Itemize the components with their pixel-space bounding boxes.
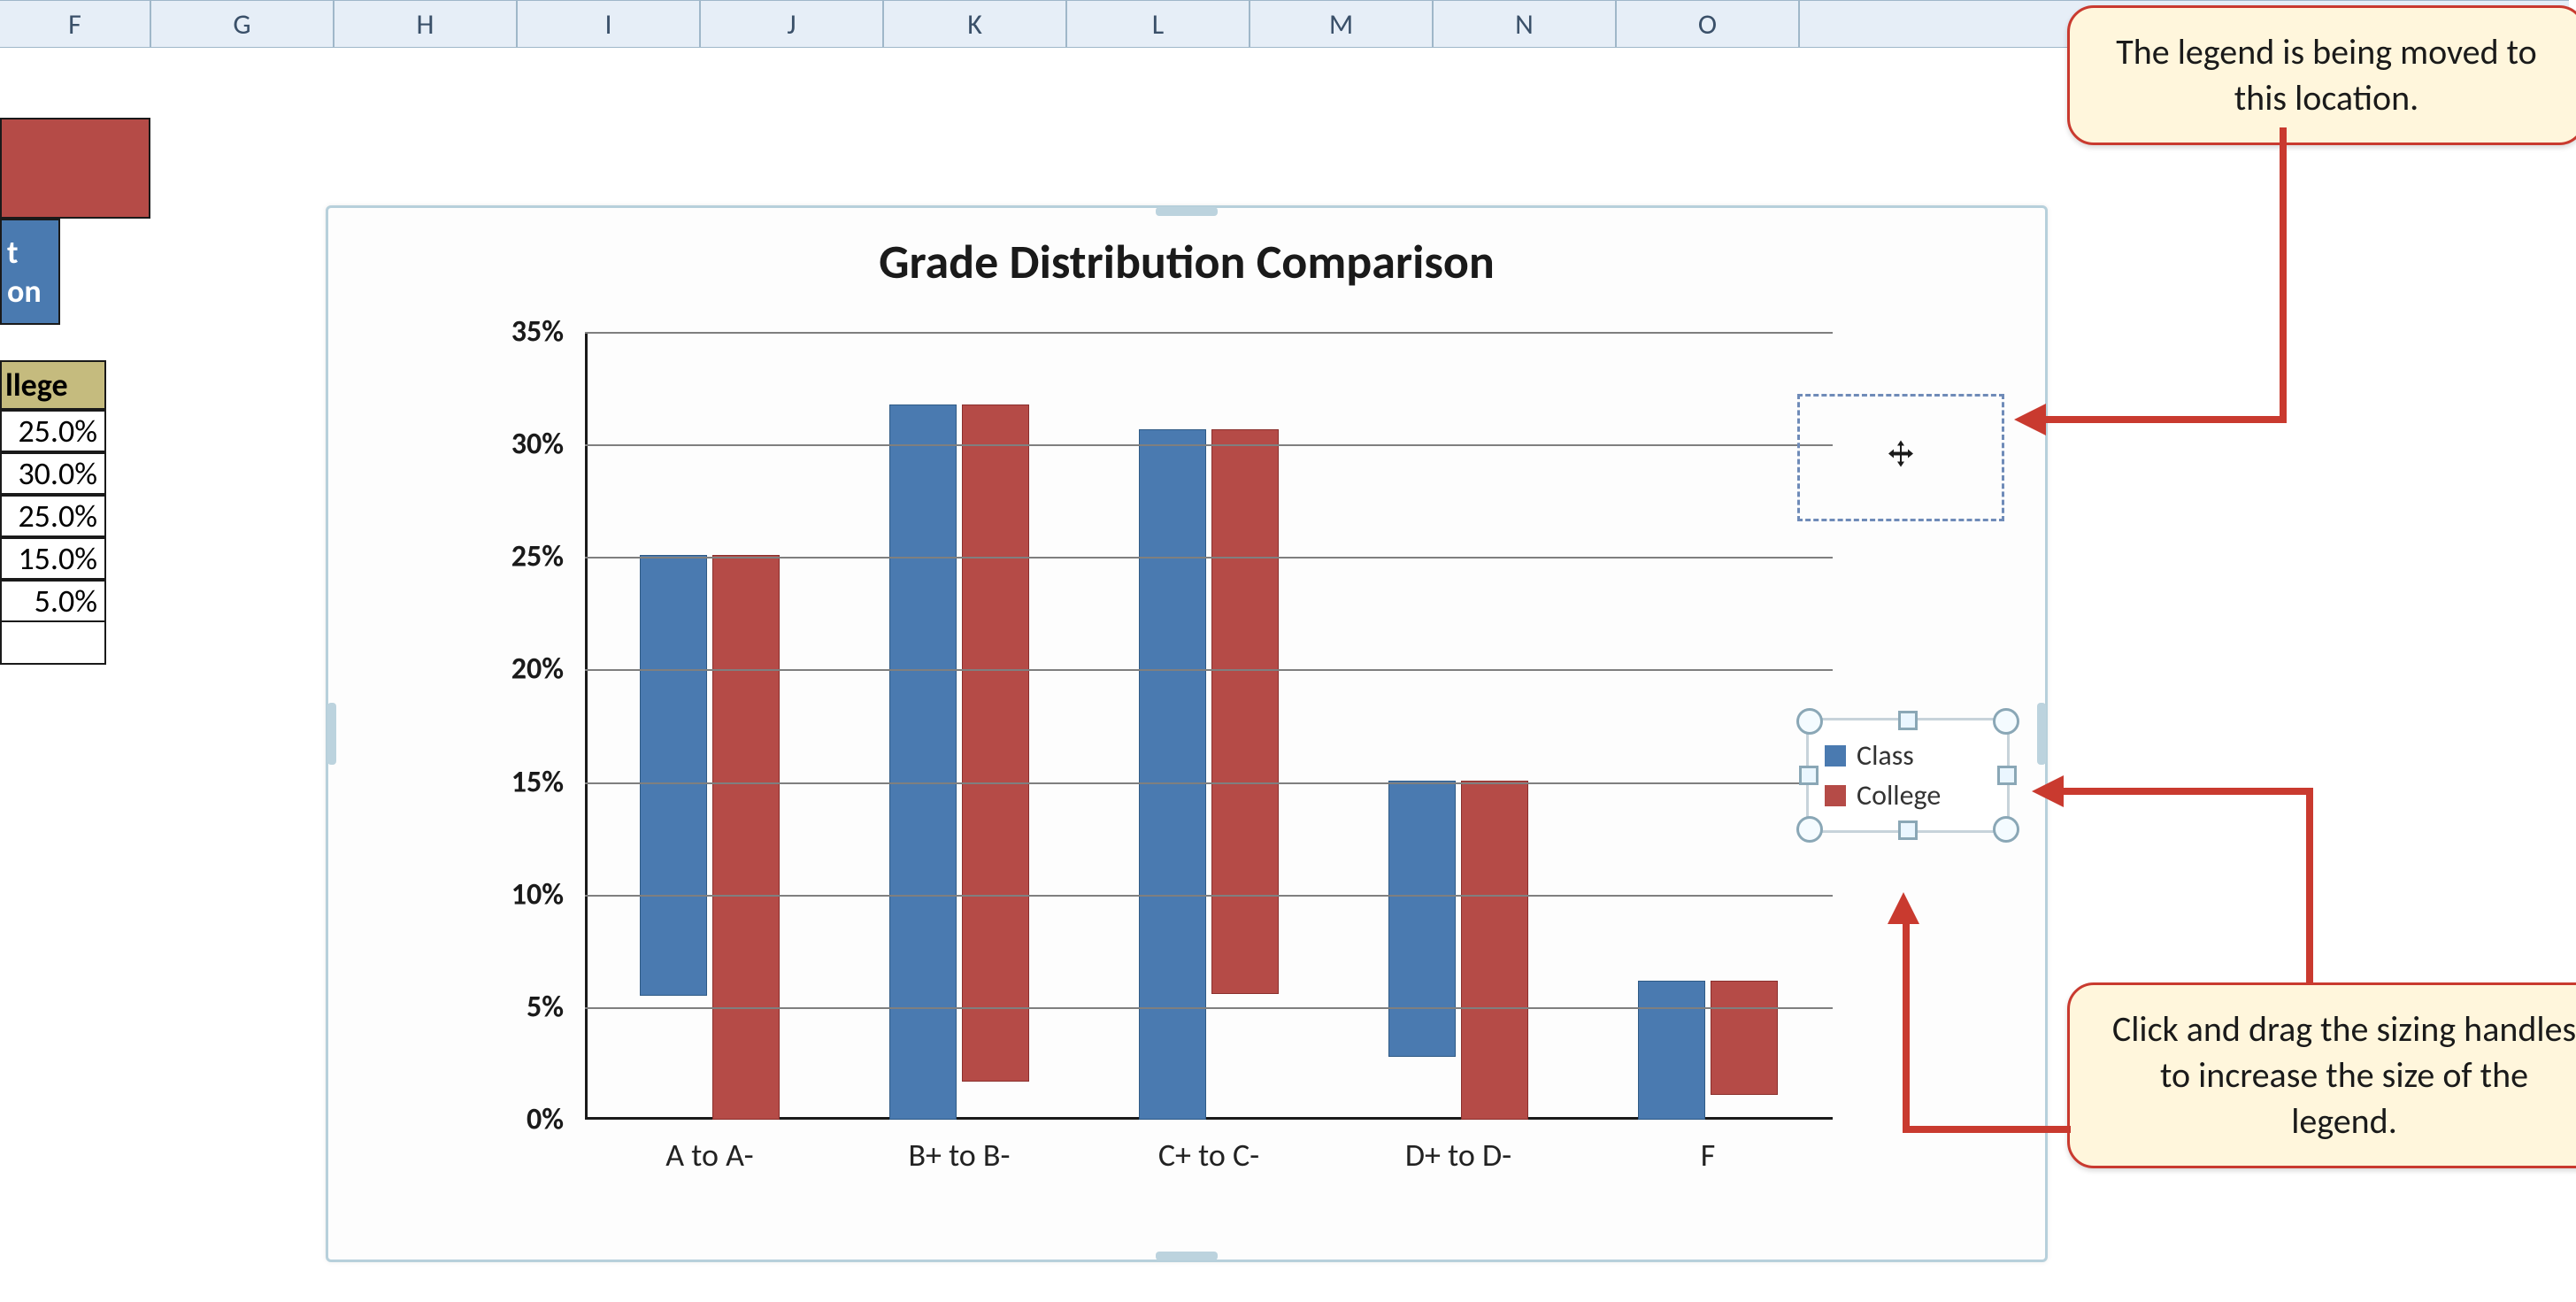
col-header-G[interactable]: G [150,0,334,48]
bar-college[interactable] [962,404,1029,1082]
bar-class[interactable] [640,555,707,996]
callout-bottom: Click and drag the sizing handles to inc… [2067,982,2576,1168]
clipped-text-t: t [7,233,18,272]
callout-bottom-arrow1-icon [2032,775,2064,807]
col-header-I[interactable]: I [517,0,700,48]
col-header-K[interactable]: K [883,0,1066,48]
y-tick-label: 15% [511,764,564,800]
legend-swatch-class-icon [1825,745,1846,767]
chart-legend[interactable]: Class College [1806,718,2010,833]
clipped-value-0: 25.0% [0,410,106,452]
legend-handle-n[interactable] [1898,711,1918,730]
callout-bottom-arrow2-icon [1888,892,1919,924]
bars-container: A to A- B+ to B- C+ to C- D+ to D- F [585,332,1833,1120]
gridline [585,557,1833,559]
bar-college[interactable] [1211,429,1279,994]
y-tick-label: 20% [511,651,564,688]
bar-group: D+ to D- [1388,781,1529,1120]
legend-swatch-college-icon [1825,785,1846,806]
y-tick-label: 30% [511,427,564,463]
col-header-M[interactable]: M [1250,0,1433,48]
clipped-cell-red [0,118,150,219]
col-header-F[interactable]: F [0,0,150,48]
move-cursor-icon [1886,439,1916,477]
category-label: F [1701,1136,1716,1175]
bar-class[interactable] [1638,981,1705,1120]
legend-handle-w[interactable] [1799,766,1819,785]
legend-handle-se[interactable] [1993,816,2019,843]
clipped-empty-cell [0,622,106,665]
chart-handle-bottom[interactable] [1156,1252,1218,1260]
gridline [585,782,1833,784]
bar-group: F [1637,981,1779,1120]
callout-bottom-line-v1 [2306,788,2313,984]
callout-top: The legend is being moved to this locati… [2067,5,2576,145]
col-header-H[interactable]: H [334,0,517,48]
bar-class[interactable] [1139,429,1206,1120]
gridline [585,1007,1833,1009]
legend-handle-s[interactable] [1898,820,1918,840]
category-label: A to A- [665,1136,753,1175]
legend-label-class: Class [1857,738,1914,773]
gridline [585,669,1833,671]
bar-group: C+ to C- [1138,429,1280,1120]
bar-group: B+ to B- [888,404,1030,1120]
y-tick-label: 10% [511,876,564,913]
col-header-O[interactable]: O [1616,0,1799,48]
col-header-J[interactable]: J [700,0,883,48]
plot-area[interactable]: 0%5%10%15%20%25%30%35% A to A-B+ to B-C+… [479,332,1833,1120]
chart-handle-left[interactable] [327,703,336,765]
chart-title[interactable]: Grade Distribution Comparison [328,233,2045,291]
clipped-value-3: 15.0% [0,537,106,580]
y-tick-label: 0% [527,1102,564,1138]
clipped-value-4: 5.0% [0,580,106,622]
y-tick-label: 25% [511,539,564,575]
gridline [585,895,1833,897]
callout-bottom-line-v2 [1903,921,1910,1126]
callout-bottom-line-h2 [1903,1126,2071,1133]
clipped-value-1: 30.0% [0,452,106,495]
y-tick-label: 5% [527,989,564,1025]
legend-entry-class[interactable]: Class [1825,738,1991,773]
clipped-cell-blue: t on [0,219,60,325]
col-header-N[interactable]: N [1433,0,1616,48]
y-axis: 0%5%10%15%20%25%30%35% [479,332,585,1120]
clipped-value-2: 25.0% [0,495,106,537]
gridline [585,444,1833,446]
chart-handle-right[interactable] [2037,703,2046,765]
category-label: D+ to D- [1405,1136,1511,1175]
legend-label-college: College [1857,778,1941,813]
y-tick-label: 35% [511,314,564,351]
bar-class[interactable] [889,404,957,1120]
bar-class[interactable] [1388,781,1456,1057]
chart-handle-top[interactable] [1156,207,1218,216]
bar-college[interactable] [712,555,780,1120]
category-label: B+ to B- [908,1136,1010,1175]
category-label: C+ to C- [1158,1136,1259,1175]
bar-group: A to A- [639,555,780,1120]
legend-handle-sw[interactable] [1796,816,1823,843]
legend-handle-e[interactable] [1997,766,2017,785]
legend-handle-nw[interactable] [1796,708,1823,735]
embedded-chart[interactable]: Grade Distribution Comparison 0% 5% 10% 15%… [326,205,2048,1262]
bar-college[interactable] [1461,781,1528,1120]
callout-bottom-line-h1 [2062,788,2313,795]
callout-top-line-v [2280,127,2287,420]
callout-top-line-h [2044,416,2287,423]
callout-top-arrow-icon [2014,404,2046,435]
legend-handle-ne[interactable] [1993,708,2019,735]
clipped-text-on: on [7,272,42,311]
gridline [585,332,1833,334]
bar-college[interactable] [1711,981,1778,1095]
legend-entry-college[interactable]: College [1825,778,1991,813]
legend-drop-target[interactable] [1797,394,2004,521]
clipped-cell-header-college: llege [0,360,106,410]
col-header-L[interactable]: L [1066,0,1250,48]
